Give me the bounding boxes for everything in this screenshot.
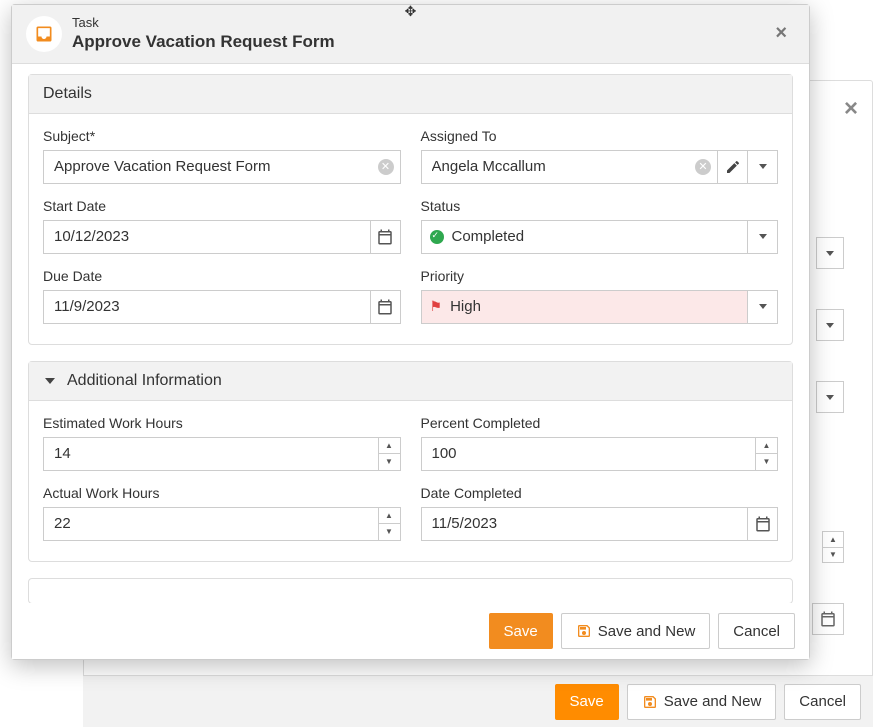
details-title: Details — [43, 85, 92, 103]
calendar-icon — [819, 610, 837, 628]
modal-body: Details Subject* ✕ Assigned To ✕ — [12, 64, 809, 603]
stepper-up-icon[interactable]: ▲ — [756, 438, 777, 455]
stepper-down-icon[interactable]: ▼ — [379, 454, 400, 470]
subject-label: Subject* — [43, 128, 401, 144]
bg-dropdown-2[interactable] — [816, 309, 844, 341]
save-new-icon — [576, 623, 592, 639]
details-header: Details — [29, 75, 792, 114]
priority-label: Priority — [421, 268, 779, 284]
inbox-icon — [34, 24, 54, 44]
est-hours-label: Estimated Work Hours — [43, 415, 401, 431]
start-date-field: Start Date — [43, 198, 401, 254]
bg-calendar-icon[interactable] — [812, 603, 844, 635]
save-new-label: Save and New — [598, 623, 696, 640]
save-new-icon — [642, 694, 658, 710]
date-completed-input[interactable] — [422, 508, 748, 540]
bg-dropdown-1[interactable] — [816, 237, 844, 269]
modal-footer: Save Save and New Cancel — [12, 603, 809, 659]
actual-hours-input[interactable] — [44, 508, 378, 540]
bg-cancel-button[interactable]: Cancel — [784, 684, 861, 720]
additional-header[interactable]: Additional Information — [29, 362, 792, 401]
bg-dropdown-3[interactable] — [816, 381, 844, 413]
cancel-button[interactable]: Cancel — [718, 613, 795, 649]
save-new-button[interactable]: Save and New — [561, 613, 711, 649]
calendar-icon — [376, 228, 394, 246]
additional-section: Additional Information Estimated Work Ho… — [28, 361, 793, 562]
chevron-down-icon — [45, 378, 55, 384]
assigned-to-field: Assigned To ✕ — [421, 128, 779, 184]
est-hours-input[interactable] — [44, 438, 378, 470]
percent-field: Percent Completed ▲▼ — [421, 415, 779, 471]
task-modal: ✥ Task Approve Vacation Request Form × D… — [11, 4, 810, 660]
start-date-picker-button[interactable] — [370, 221, 400, 253]
status-indicator — [422, 221, 448, 253]
bg-save-new-button[interactable]: Save and New — [627, 684, 777, 720]
start-date-input[interactable] — [44, 221, 370, 253]
status-dropdown-button[interactable] — [747, 221, 777, 253]
date-completed-label: Date Completed — [421, 485, 779, 501]
assigned-to-label: Assigned To — [421, 128, 779, 144]
due-date-field: Due Date — [43, 268, 401, 324]
additional-title: Additional Information — [67, 372, 222, 390]
close-button[interactable]: × — [767, 18, 795, 49]
priority-input[interactable] — [446, 291, 747, 323]
bg-save-button[interactable]: Save — [555, 684, 619, 720]
move-handle-icon[interactable]: ✥ — [405, 3, 417, 20]
stepper-down-icon[interactable]: ▼ — [379, 524, 400, 540]
flag-icon: ⚑ — [430, 298, 443, 315]
header-title: Approve Vacation Request Form — [72, 31, 335, 53]
priority-dropdown-button[interactable] — [747, 291, 777, 323]
stepper-up-icon[interactable]: ▲ — [379, 438, 400, 455]
edit-assigned-button[interactable] — [717, 151, 747, 183]
assigned-dropdown-button[interactable] — [747, 151, 777, 183]
save-button[interactable]: Save — [489, 613, 553, 649]
stepper-down-icon[interactable]: ▼ — [756, 454, 777, 470]
actual-hours-stepper[interactable]: ▲▼ — [378, 508, 400, 540]
percent-label: Percent Completed — [421, 415, 779, 431]
due-date-picker-button[interactable] — [370, 291, 400, 323]
due-date-input[interactable] — [44, 291, 370, 323]
percent-input[interactable] — [422, 438, 756, 470]
bg-save-new-label: Save and New — [664, 693, 762, 710]
pencil-icon — [725, 159, 741, 175]
status-field: Status — [421, 198, 779, 254]
check-circle-icon — [430, 230, 444, 244]
actual-hours-label: Actual Work Hours — [43, 485, 401, 501]
status-input[interactable] — [448, 221, 748, 253]
assigned-to-input[interactable] — [422, 151, 690, 183]
date-completed-field: Date Completed — [421, 485, 779, 541]
est-hours-stepper[interactable]: ▲▼ — [378, 438, 400, 470]
background-footer: Save Save and New Cancel — [83, 675, 873, 727]
bg-stepper-1[interactable]: ▲▼ — [822, 531, 844, 563]
task-icon — [26, 16, 62, 52]
status-label: Status — [421, 198, 779, 214]
clear-subject-icon[interactable]: ✕ — [372, 151, 400, 183]
subject-input[interactable] — [44, 151, 372, 183]
percent-stepper[interactable]: ▲▼ — [755, 438, 777, 470]
subject-field: Subject* ✕ — [43, 128, 401, 184]
calendar-icon — [754, 515, 772, 533]
clear-assigned-icon[interactable]: ✕ — [689, 151, 717, 183]
due-date-label: Due Date — [43, 268, 401, 284]
stepper-up-icon[interactable]: ▲ — [379, 508, 400, 525]
priority-field: Priority ⚑ — [421, 268, 779, 324]
actual-hours-field: Actual Work Hours ▲▼ — [43, 485, 401, 541]
calendar-icon — [376, 298, 394, 316]
est-hours-field: Estimated Work Hours ▲▼ — [43, 415, 401, 471]
start-date-label: Start Date — [43, 198, 401, 214]
header-type: Task — [72, 15, 335, 31]
collapsed-section[interactable] — [28, 578, 793, 603]
details-section: Details Subject* ✕ Assigned To ✕ — [28, 74, 793, 345]
date-completed-picker-button[interactable] — [747, 508, 777, 540]
bg-close-icon[interactable]: × — [844, 95, 858, 123]
priority-indicator: ⚑ — [422, 291, 447, 323]
